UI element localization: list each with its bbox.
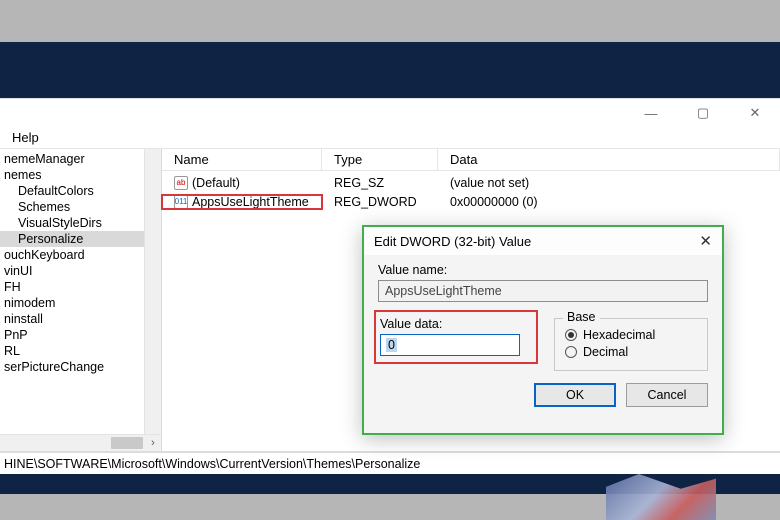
tree-pane: nemeManagernemesDefaultColorsSchemesVisu… [0, 149, 162, 451]
value-type: REG_SZ [322, 176, 438, 190]
scrollbar-right-arrow-icon[interactable]: › [145, 437, 161, 449]
minimize-icon[interactable]: — [634, 102, 668, 124]
tree-node[interactable]: Schemes [0, 199, 144, 215]
column-header-name[interactable]: Name [162, 149, 322, 170]
dialog-title: Edit DWORD (32-bit) Value [374, 234, 531, 249]
tree-node[interactable]: VisualStyleDirs [0, 215, 144, 231]
value-name: (Default) [192, 176, 240, 190]
status-path: HINE\SOFTWARE\Microsoft\Windows\CurrentV… [4, 457, 420, 471]
radio-dot-icon [565, 346, 577, 358]
value-name-field[interactable]: AppsUseLightTheme [378, 280, 708, 302]
bottom-strip [0, 474, 780, 520]
column-header-data[interactable]: Data [438, 149, 780, 170]
tree-list[interactable]: nemeManagernemesDefaultColorsSchemesVisu… [0, 149, 144, 434]
tree-node[interactable]: nemes [0, 167, 144, 183]
tree-vertical-scrollbar[interactable] [144, 149, 161, 434]
dialog-close-icon[interactable]: ✕ [684, 232, 712, 250]
base-groupbox: Base Hexadecimal Decimal [554, 318, 708, 371]
tree-node[interactable]: ninstall [0, 311, 144, 327]
table-row[interactable]: 011 AppsUseLightTheme REG_DWORD0x00000000 … [162, 192, 780, 211]
tree-node[interactable]: ouchKeyboard [0, 247, 144, 263]
list-header: Name Type Data [162, 149, 780, 171]
tree-node[interactable]: serPictureChange [0, 359, 144, 375]
tree-node[interactable]: nemeManager [0, 151, 144, 167]
dialog-titlebar: Edit DWORD (32-bit) Value ✕ [364, 227, 722, 255]
value-data-text: 0 [386, 338, 397, 352]
dialog-buttons: OK Cancel [378, 383, 708, 407]
column-header-type[interactable]: Type [322, 149, 438, 170]
dialog-body: Value name: AppsUseLightTheme Value data… [364, 255, 722, 433]
value-data: 0x00000000 (0) [438, 195, 780, 209]
maximize-icon[interactable]: ▢ [686, 102, 720, 124]
radio-dot-icon [565, 329, 577, 341]
tree-node[interactable]: vinUI [0, 263, 144, 279]
tree-node[interactable]: FH [0, 279, 144, 295]
status-bar: HINE\SOFTWARE\Microsoft\Windows\CurrentV… [0, 452, 780, 474]
radio-hexadecimal[interactable]: Hexadecimal [565, 328, 697, 342]
tree-node[interactable]: RL [0, 343, 144, 359]
radio-decimal[interactable]: Decimal [565, 345, 697, 359]
value-type: REG_DWORD [322, 195, 438, 209]
value-data-highlight: Value data: 0 [374, 310, 538, 364]
window-titlebar: — ▢ ✕ [0, 99, 780, 127]
radio-dec-label: Decimal [583, 345, 628, 359]
tree-node[interactable]: nimodem [0, 295, 144, 311]
reg-sz-icon: ab [174, 176, 188, 190]
ok-button[interactable]: OK [534, 383, 616, 407]
value-data: (value not set) [438, 176, 780, 190]
radio-hex-label: Hexadecimal [583, 328, 655, 342]
tree-node[interactable]: Personalize [0, 231, 144, 247]
value-data-field[interactable]: 0 [380, 334, 520, 356]
value-name-text: AppsUseLightTheme [385, 284, 502, 298]
value-name-label: Value name: [378, 263, 708, 277]
base-legend: Base [563, 310, 600, 324]
menu-bar: Help [0, 127, 780, 149]
tree-node[interactable]: DefaultColors [0, 183, 144, 199]
table-row[interactable]: ab (Default) REG_SZ(value not set) [162, 173, 780, 192]
page-banner [0, 42, 780, 98]
tree-horizontal-scrollbar[interactable]: › [0, 434, 161, 451]
reg-dword-icon: 011 [174, 195, 188, 209]
tree-node[interactable]: PnP [0, 327, 144, 343]
close-icon[interactable]: ✕ [738, 102, 772, 124]
cancel-button[interactable]: Cancel [626, 383, 708, 407]
scrollbar-thumb[interactable] [111, 437, 143, 449]
value-data-label: Value data: [380, 317, 532, 331]
edit-dword-dialog: Edit DWORD (32-bit) Value ✕ Value name: … [362, 225, 724, 435]
value-name: AppsUseLightTheme [192, 195, 309, 209]
list-rows: ab (Default) REG_SZ(value not set) 011 AppsU… [162, 171, 780, 211]
menu-help[interactable]: Help [4, 128, 47, 147]
